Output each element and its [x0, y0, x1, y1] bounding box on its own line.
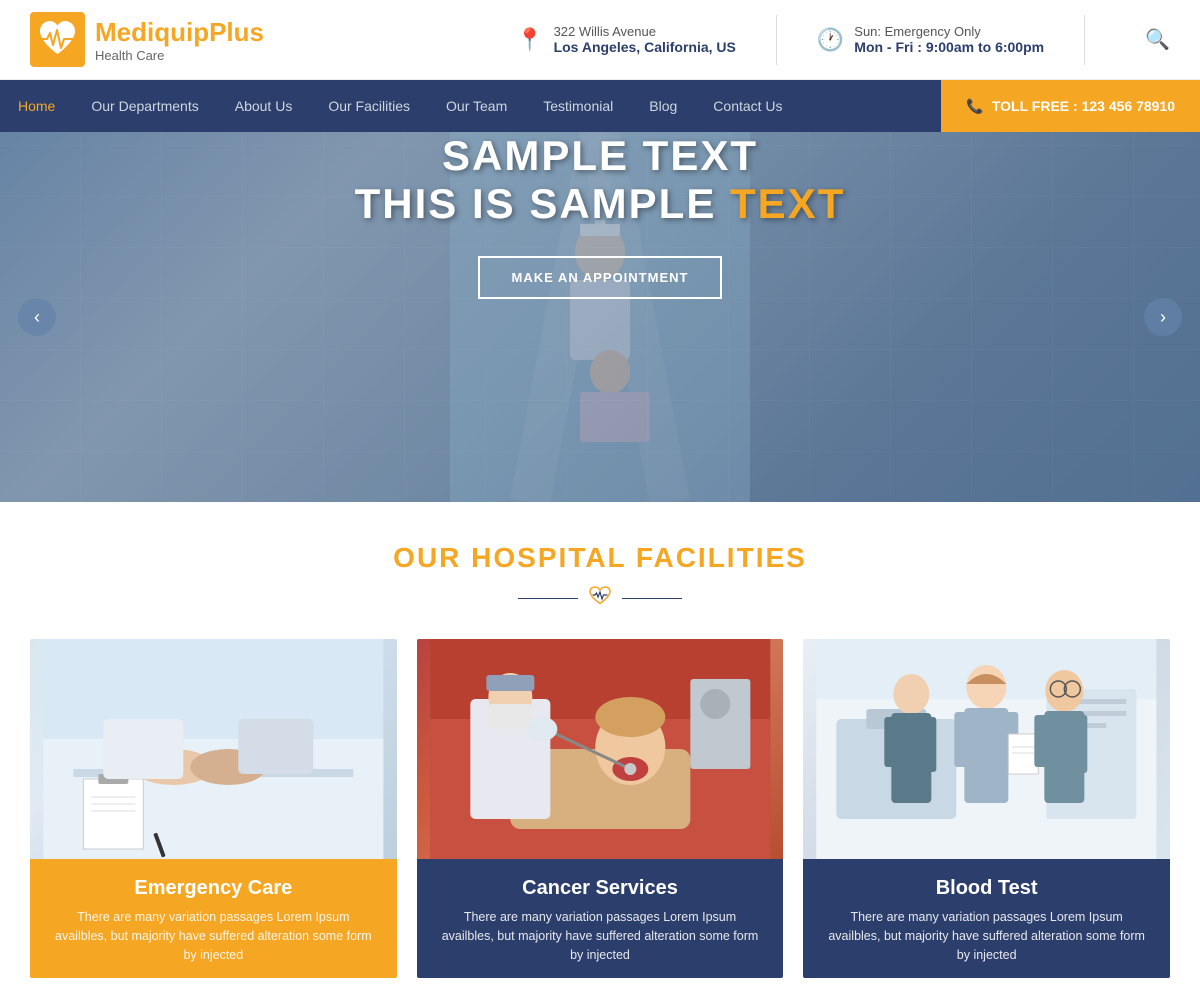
hours-text: Sun: Emergency Only Mon - Fri : 9:00am t… — [854, 24, 1044, 55]
phone-icon: 📞 — [966, 98, 983, 115]
hero-line2-highlight: TEXT — [730, 180, 845, 227]
facility-label-emergency: Emergency Care There are many variation … — [30, 859, 397, 978]
appointment-button[interactable]: MAKE AN APPOINTMENT — [478, 256, 723, 299]
nav-item-team[interactable]: Our Team — [428, 80, 525, 132]
facility-desc-emergency: There are many variation passages Lorem … — [50, 908, 377, 964]
brand-name-part2: Plus — [209, 17, 264, 47]
facility-image-cancer — [417, 639, 784, 859]
address-text: 322 Willis Avenue Los Angeles, Californi… — [554, 24, 736, 55]
site-header: MediquipPlus Health Care 📍 322 Willis Av… — [0, 0, 1200, 80]
hero-prev-arrow[interactable]: ‹ — [18, 298, 56, 336]
facility-label-blood: Blood Test There are many variation pass… — [803, 859, 1170, 978]
facility-image-emergency — [30, 639, 397, 859]
facilities-section: OUR HOSPITAL FACILITIES — [0, 502, 1200, 998]
nav-item-contact[interactable]: Contact Us — [695, 80, 800, 132]
nav-item-about[interactable]: About Us — [217, 80, 311, 132]
facility-card-cancer: Cancer Services There are many variation… — [417, 639, 784, 978]
facility-title-emergency: Emergency Care — [50, 877, 377, 900]
hero-line2-part1: THIS IS SAMPLE — [355, 180, 730, 227]
hero-next-arrow[interactable]: › — [1144, 298, 1182, 336]
toll-free-button[interactable]: 📞 TOLL FREE : 123 456 78910 — [941, 80, 1200, 132]
facility-card-emergency: Emergency Care There are many variation … — [30, 639, 397, 978]
logo-area: MediquipPlus Health Care — [30, 12, 516, 67]
search-icon[interactable]: 🔍 — [1145, 27, 1170, 52]
toll-free-label: TOLL FREE : 123 456 78910 — [992, 98, 1175, 114]
address-line1: 322 Willis Avenue — [554, 24, 736, 39]
main-nav: Home Our Departments About Us Our Facili… — [0, 80, 1200, 132]
divider-heart-icon — [588, 586, 612, 611]
nav-item-departments[interactable]: Our Departments — [73, 80, 216, 132]
facilities-divider — [30, 586, 1170, 611]
clock-icon: 🕐 — [817, 27, 844, 53]
hero-section: SAMPLE TEXT THIS IS SAMPLE TEXT MAKE AN … — [0, 132, 1200, 502]
facility-desc-cancer: There are many variation passages Lorem … — [437, 908, 764, 964]
hero-line1: SAMPLE TEXT — [0, 132, 1200, 180]
hours-line2: Mon - Fri : 9:00am to 6:00pm — [854, 39, 1044, 55]
logo-text: MediquipPlus Health Care — [95, 17, 264, 63]
header-divider1 — [776, 15, 777, 65]
address-line2: Los Angeles, California, US — [554, 39, 736, 55]
facilities-title: OUR HOSPITAL FACILITIES — [30, 542, 1170, 574]
facility-desc-blood: There are many variation passages Lorem … — [823, 908, 1150, 964]
facility-label-cancer: Cancer Services There are many variation… — [417, 859, 784, 978]
logo-icon — [30, 12, 85, 67]
nav-items: Home Our Departments About Us Our Facili… — [0, 80, 941, 132]
divider-line-left — [518, 598, 578, 599]
header-divider2 — [1084, 15, 1085, 65]
facility-image-blood — [803, 639, 1170, 859]
nav-item-testimonial[interactable]: Testimonial — [525, 80, 631, 132]
brand-name-part1: Mediquip — [95, 17, 209, 47]
next-arrow-icon: › — [1160, 307, 1166, 328]
facility-title-blood: Blood Test — [823, 877, 1150, 900]
header-info: 📍 322 Willis Avenue Los Angeles, Califor… — [516, 15, 1170, 65]
nav-item-home[interactable]: Home — [0, 80, 73, 132]
brand-tagline: Health Care — [95, 48, 264, 63]
hero-line2: THIS IS SAMPLE TEXT — [0, 180, 1200, 228]
brand-name: MediquipPlus — [95, 17, 264, 48]
address-info: 📍 322 Willis Avenue Los Angeles, Califor… — [516, 24, 736, 55]
prev-arrow-icon: ‹ — [34, 307, 40, 328]
facilities-grid: Emergency Care There are many variation … — [30, 639, 1170, 978]
facility-card-blood: Blood Test There are many variation pass… — [803, 639, 1170, 978]
divider-line-right — [622, 598, 682, 599]
facility-title-cancer: Cancer Services — [437, 877, 764, 900]
location-icon: 📍 — [516, 27, 543, 53]
hours-info: 🕐 Sun: Emergency Only Mon - Fri : 9:00am… — [817, 24, 1044, 55]
nav-item-blog[interactable]: Blog — [631, 80, 695, 132]
nav-item-facilities[interactable]: Our Facilities — [310, 80, 428, 132]
hours-line1: Sun: Emergency Only — [854, 24, 1044, 39]
hero-content: SAMPLE TEXT THIS IS SAMPLE TEXT MAKE AN … — [0, 132, 1200, 299]
